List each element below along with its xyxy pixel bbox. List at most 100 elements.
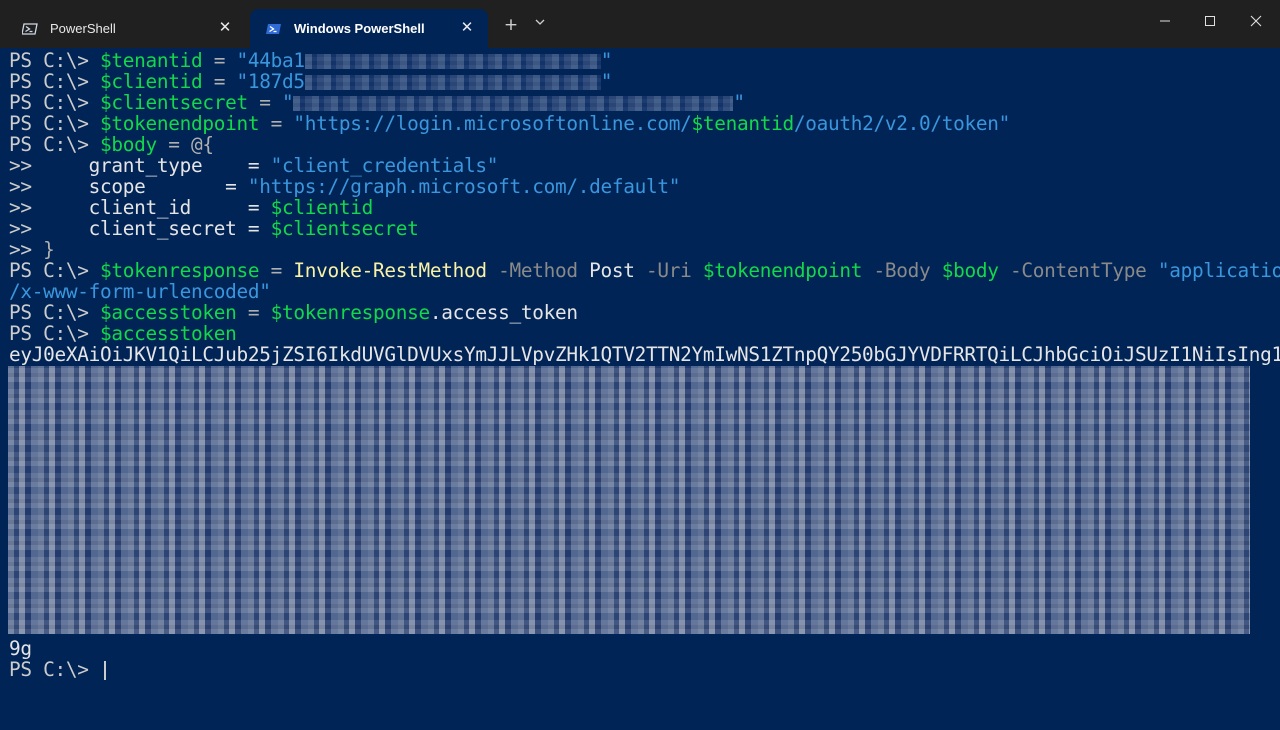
variable: $tokenresponse [270,301,431,324]
string: "44ba1 [236,49,306,72]
token-output: eyJ0eXAiOiJKV1QiLCJub25jZSI6IkdUVGlDVUxs… [9,343,1280,366]
variable: $clientsecret [270,217,419,240]
terminal-line: PS C:\> $body = @{ [9,134,214,155]
title-bar: PowerShell ✕ Windows PowerShell ✕ + [0,0,1280,48]
terminal-line: >> } [9,239,55,260]
hashtable-key: client_id = [43,196,271,219]
operator: = [259,259,294,282]
hashtable-key: client_secret = [43,217,271,240]
continuation-prompt: >> [9,154,44,177]
string: /oauth2/v2.0/token" [793,112,1010,135]
string: " [282,91,294,114]
string: "https://graph.microsoft.com/.default" [247,175,681,198]
continuation-prompt: >> [9,238,44,261]
continuation-prompt: >> [9,175,44,198]
prompt: PS C:\> [9,70,100,93]
argument: Post [577,259,635,282]
maximize-button[interactable] [1187,8,1233,34]
string: " [733,91,745,114]
terminal-line: PS C:\> $clientsecret = " " [9,92,745,113]
parameter: -Body [862,259,931,282]
tab-dropdown-button[interactable] [526,12,554,38]
close-window-button[interactable] [1233,8,1279,34]
parameter: -Method [486,259,578,282]
new-tab-button[interactable]: + [497,12,525,38]
terminal-line: >> scope = "https://graph.microsoft.com/… [9,176,680,197]
terminal-line: PS C:\> $tokenresponse = Invoke-RestMeth… [9,260,1280,281]
tab-windows-powershell[interactable]: Windows PowerShell ✕ [250,9,488,48]
prompt: PS C:\> [9,133,100,156]
continuation-prompt: >> [9,196,44,219]
terminal-line: PS C:\> $tenantid = "44ba1 " [9,50,612,71]
string: /x-www-form-urlencoded" [9,280,271,303]
cmdlet: Invoke-RestMethod [293,259,487,282]
minimize-icon [1160,20,1170,22]
powershell-icon [21,21,38,37]
terminal-line: 9g [9,638,32,659]
redacted-block [304,54,601,69]
tab-label: Windows PowerShell [294,21,425,36]
prompt: PS C:\> [9,112,100,135]
variable: $tokenendpoint [100,112,260,135]
property: .access_token [429,301,578,324]
operator: = [202,49,237,72]
redacted-block [304,75,601,90]
variable: $tokenresponse [100,259,260,282]
redacted-block [293,96,734,111]
powershell-icon [266,21,282,37]
terminal-output[interactable]: PS C:\> $tenantid = "44ba1 " PS C:\> $cli… [0,48,1280,730]
terminal-line: >> client_secret = $clientsecret [9,217,419,240]
operator: } [43,238,55,261]
token-output: 9g [9,637,32,660]
variable: $clientsecret [100,91,248,114]
operator: = [236,301,271,324]
string: "application [1146,259,1280,282]
text-cursor [104,661,106,680]
parameter: -ContentType [998,259,1147,282]
operator: = [247,91,282,114]
variable: $body [930,259,999,282]
variable: $accesstoken [100,322,237,345]
variable: $tenantid [691,112,794,135]
terminal-line: /x-www-form-urlencoded" [9,281,271,302]
tab-powershell[interactable]: PowerShell ✕ [6,9,246,48]
operator: = @{ [156,133,214,156]
tab-label: PowerShell [50,21,116,36]
prompt: PS C:\> [9,301,100,324]
string: "https://login.microsoftonline.com/ [293,112,692,135]
prompt: PS C:\> [9,658,100,681]
terminal-line: >> client_id = $clientid [9,197,373,218]
operator: = [259,112,294,135]
hashtable-key: grant_type = [43,154,271,177]
minimize-button[interactable] [1142,8,1188,34]
terminal-line: PS C:\> [9,659,106,680]
terminal-line: PS C:\> $accesstoken [9,323,237,344]
terminal-line: >> grant_type = "client_credentials" [9,155,498,176]
variable: $clientid [270,196,374,219]
terminal-line: PS C:\> $tokenendpoint = "https://login.… [9,113,1010,134]
operator: = [202,70,237,93]
variable: $clientid [100,70,203,93]
string: "187d5 [236,70,306,93]
variable: $body [100,133,157,156]
prompt: PS C:\> [9,49,100,72]
hashtable-key: scope = [43,175,248,198]
string: " [600,49,613,72]
close-icon [1250,15,1262,27]
variable: $accesstoken [100,301,237,324]
terminal-line: PS C:\> $clientid = "187d5 " [9,71,612,92]
variable: $tenantid [100,49,203,72]
chevron-down-icon [535,19,545,25]
redacted-token-block [8,366,1250,634]
string: " [600,70,613,93]
prompt: PS C:\> [9,91,100,114]
close-icon[interactable]: ✕ [458,19,476,37]
maximize-icon [1205,16,1215,26]
terminal-line: PS C:\> $accesstoken = $tokenresponse.ac… [9,302,578,323]
continuation-prompt: >> [9,217,44,240]
string: "client_credentials" [270,154,499,177]
terminal-line: eyJ0eXAiOiJKV1QiLCJub25jZSI6IkdUVGlDVUxs… [9,344,1280,365]
close-icon[interactable]: ✕ [216,19,234,37]
variable: $tokenendpoint [691,259,863,282]
prompt: PS C:\> [9,322,100,345]
